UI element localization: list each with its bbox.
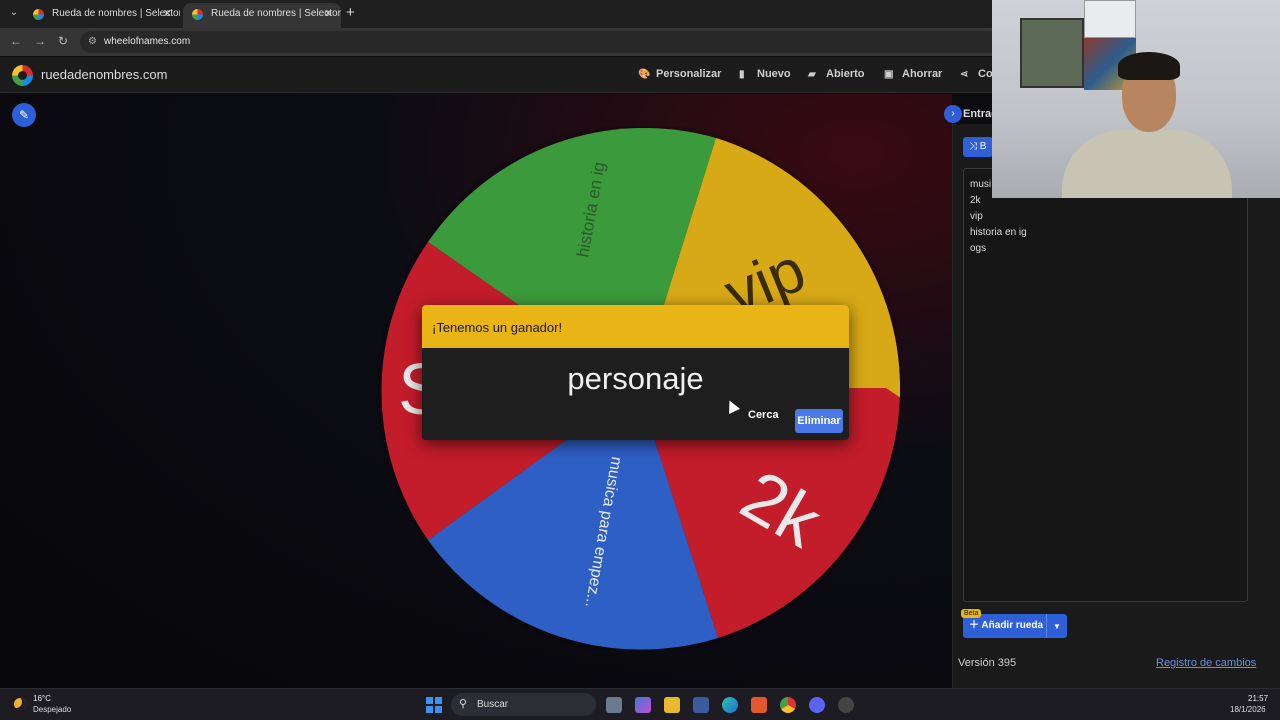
changelog-link[interactable]: Registro de cambios — [1156, 657, 1256, 669]
share-button[interactable]: ⋖ Co — [960, 68, 993, 80]
copilot-icon[interactable] — [635, 697, 651, 713]
save-label: Ahorrar — [902, 68, 943, 80]
folder-icon: ▰ — [808, 69, 816, 80]
task-view-icon[interactable] — [606, 697, 622, 713]
save-button[interactable]: ▣ Ahorrar — [884, 68, 942, 80]
entries-textarea[interactable]: musi 2k vip historia en ig ogs — [963, 168, 1248, 602]
tab-search-icon[interactable]: ⌄ — [6, 5, 22, 21]
taskbar: 16°C Despejado ⚲ Buscar 21:57 18/1/2026 — [0, 688, 1280, 720]
taskbar-search[interactable]: ⚲ Buscar — [451, 693, 596, 716]
close-tab-icon[interactable]: ✕ — [163, 3, 172, 25]
browser-tab-active[interactable]: Rueda de nombres | Selector d ✕ — [183, 3, 341, 28]
forward-icon[interactable]: → — [34, 34, 46, 48]
weather-temperature[interactable]: 16°C — [33, 694, 51, 703]
shuffle-icon: ⤨ — [969, 141, 977, 152]
favicon-icon — [33, 9, 44, 20]
file-explorer-icon[interactable] — [664, 697, 680, 713]
share-label: Co — [978, 68, 993, 80]
edit-icon[interactable]: ✎ — [12, 103, 36, 127]
entry-line: vip — [970, 211, 983, 222]
plus-icon: ＋ — [969, 620, 979, 631]
close-button[interactable]: Cerca — [748, 409, 779, 421]
site-brand[interactable]: ruedadenombres.com — [41, 67, 167, 82]
open-button[interactable]: ▰ Abierto — [808, 68, 865, 80]
back-icon[interactable]: ← — [10, 34, 22, 48]
clock-time[interactable]: 21:57 — [1248, 694, 1268, 703]
winner-name: personaje — [567, 361, 704, 396]
save-icon: ▣ — [884, 69, 894, 80]
remove-button[interactable]: Eliminar — [795, 409, 843, 433]
entry-line: historia en ig — [970, 227, 1027, 238]
store-icon[interactable] — [693, 697, 709, 713]
close-tab-icon[interactable]: ✕ — [324, 3, 333, 25]
collapse-panel-icon[interactable]: › — [944, 105, 962, 123]
windows-start-icon[interactable] — [426, 697, 442, 713]
chrome-icon[interactable] — [780, 697, 796, 713]
url-input[interactable]: ⚙ wheelofnames.com — [80, 31, 1000, 53]
palette-icon: 🎨 — [638, 69, 651, 80]
browser-tab[interactable]: Rueda de nombres | Selector d ✕ — [24, 3, 180, 28]
wall-frame — [1084, 0, 1136, 38]
moon-icon[interactable] — [14, 698, 26, 710]
button-divider — [1046, 614, 1047, 638]
search-icon: ⚲ — [459, 698, 468, 710]
beta-badge: Beta — [961, 609, 982, 618]
weather-condition[interactable]: Despejado — [33, 705, 71, 714]
customize-button[interactable]: 🎨 Personalizar — [638, 68, 721, 80]
entry-line: ogs — [970, 243, 987, 254]
discord-icon[interactable] — [809, 697, 825, 713]
version-label: Versión 395 — [958, 657, 1017, 669]
chevron-down-icon[interactable]: ▼ — [1053, 615, 1061, 639]
webcam-overlay — [992, 0, 1280, 198]
brave-icon[interactable] — [751, 697, 767, 713]
new-button[interactable]: ▮ Nuevo — [739, 68, 791, 80]
tab-title: Rueda de nombres | Selector d — [52, 8, 180, 19]
dialog-title: ¡Tenemos un ganador! — [422, 305, 849, 348]
edge-icon[interactable] — [722, 697, 738, 713]
person-body — [1062, 130, 1232, 198]
clock-date[interactable]: 18/1/2026 — [1230, 705, 1266, 714]
file-icon: ▮ — [739, 69, 745, 80]
winner-dialog: ¡Tenemos un ganador! personaje Cerca Eli… — [422, 305, 849, 440]
app-icon[interactable] — [838, 697, 854, 713]
search-placeholder: Buscar — [477, 699, 509, 710]
url-text: wheelofnames.com — [104, 36, 191, 47]
wall-poster — [1020, 18, 1084, 88]
shuffle-label: B — [979, 141, 987, 152]
logo-icon[interactable] — [12, 65, 33, 86]
new-label: Nuevo — [757, 68, 791, 80]
tab-title: Rueda de nombres | Selector d — [211, 8, 341, 19]
shuffle-button[interactable]: ⤨ B — [963, 137, 993, 157]
site-info-icon[interactable]: ⚙ — [88, 31, 97, 53]
favicon-icon — [192, 9, 203, 20]
new-tab-icon[interactable]: + — [346, 4, 355, 21]
person-hair — [1118, 52, 1180, 80]
share-icon: ⋖ — [960, 69, 969, 80]
open-label: Abierto — [826, 68, 865, 80]
add-wheel-label: Añadir rueda — [981, 620, 1044, 631]
customize-label: Personalizar — [656, 68, 722, 80]
reload-icon[interactable]: ↻ — [58, 34, 68, 48]
